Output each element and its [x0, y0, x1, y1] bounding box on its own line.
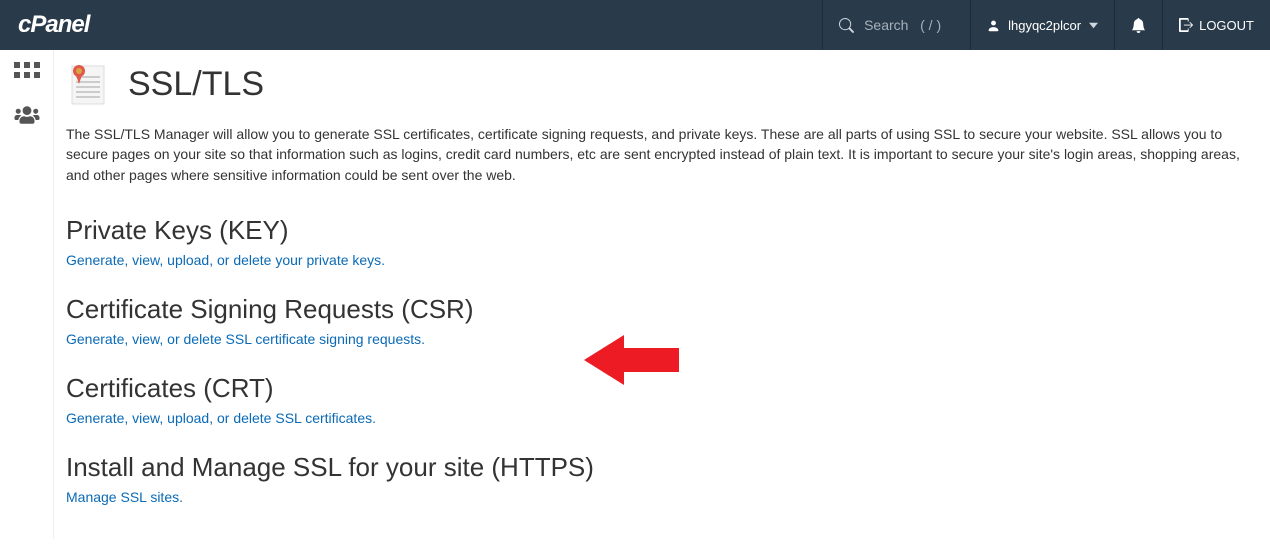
search-box[interactable]	[822, 0, 970, 50]
annotation-arrow	[584, 330, 684, 395]
notifications-button[interactable]	[1114, 0, 1162, 50]
username-label: lhgyqc2plcor	[1008, 18, 1081, 33]
private-keys-link[interactable]: Generate, view, upload, or delete your p…	[66, 252, 385, 268]
topbar: cPanel lhgyqc2plcor	[0, 0, 1270, 50]
left-sidebar	[0, 50, 54, 539]
cpanel-logo[interactable]: cPanel	[0, 11, 107, 39]
search-input[interactable]	[864, 17, 954, 33]
logout-button[interactable]: LOGOUT	[1162, 0, 1270, 50]
csr-link[interactable]: Generate, view, or delete SSL certificat…	[66, 331, 425, 347]
search-icon	[839, 18, 854, 33]
sidebar-users[interactable]	[13, 105, 41, 130]
logout-icon	[1179, 18, 1193, 32]
section-heading-https: Install and Manage SSL for your site (HT…	[66, 452, 1248, 483]
intro-text: The SSL/TLS Manager will allow you to ge…	[66, 124, 1248, 185]
manage-ssl-link[interactable]: Manage SSL sites.	[66, 489, 183, 505]
user-icon	[987, 19, 1000, 32]
caret-down-icon	[1089, 21, 1098, 30]
section-heading-key: Private Keys (KEY)	[66, 215, 1248, 246]
section-heading-csr: Certificate Signing Requests (CSR)	[66, 294, 1248, 325]
main-content: SSL/TLS The SSL/TLS Manager will allow y…	[54, 50, 1270, 539]
page-title: SSL/TLS	[128, 65, 264, 104]
logout-label: LOGOUT	[1199, 18, 1254, 33]
certificates-link[interactable]: Generate, view, upload, or delete SSL ce…	[66, 410, 376, 426]
ssl-tls-icon	[66, 62, 110, 106]
user-menu[interactable]: lhgyqc2plcor	[970, 0, 1114, 50]
page-header: SSL/TLS	[66, 62, 1248, 106]
logo-text: cPanel	[18, 11, 89, 39]
sidebar-apps-grid[interactable]	[14, 62, 40, 87]
bell-icon	[1131, 18, 1146, 33]
